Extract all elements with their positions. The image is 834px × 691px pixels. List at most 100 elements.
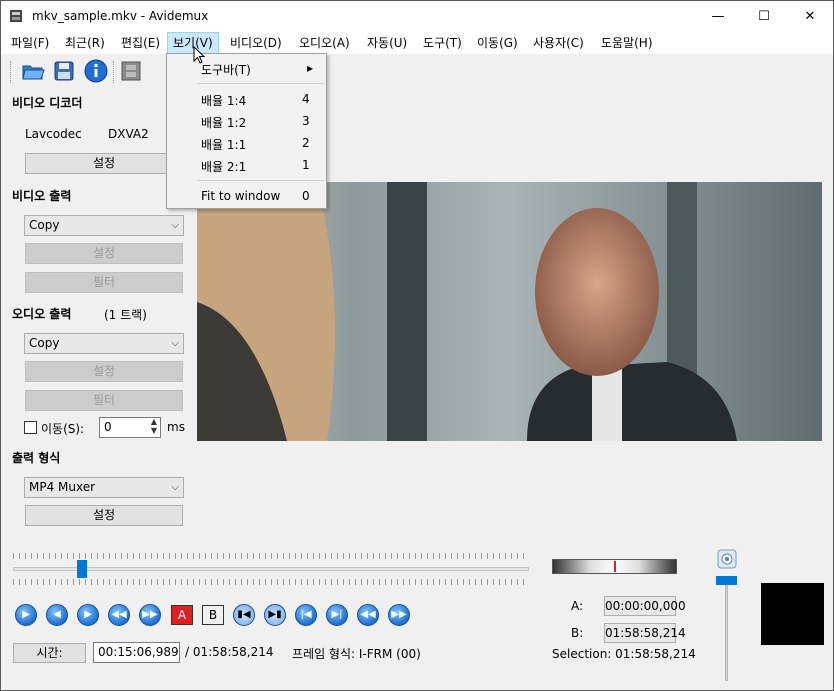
goto-marker-b-button[interactable]: ▶▮ <box>264 604 286 626</box>
menu-audio[interactable]: 오디오(A) <box>294 32 355 54</box>
marker-a-icon: ▮◀ <box>237 609 251 620</box>
menu-file[interactable]: 파일(F) <box>6 32 54 54</box>
submenu-arrow-icon: ▸ <box>307 61 314 75</box>
video-filter-button[interactable]: 필터 <box>25 272 183 293</box>
shift-input[interactable]: 0 ▲ ▼ <box>99 417 161 438</box>
volume-handle[interactable] <box>716 576 737 585</box>
arrow-right-icon: ▶ <box>84 609 92 620</box>
play-button[interactable]: ▶ <box>15 604 37 626</box>
timeline-track[interactable] <box>13 567 529 571</box>
forward-60-button[interactable]: ▶▶ <box>388 604 410 626</box>
info-icon[interactable] <box>84 59 108 83</box>
menu-item-zoom-1-4[interactable]: 배율 1:4 <box>201 92 246 109</box>
minimize-button[interactable]: — <box>695 1 741 32</box>
video-preview <box>197 182 822 441</box>
menu-divider <box>197 83 324 84</box>
skip-end-icon: ▶| <box>331 609 343 620</box>
menu-video[interactable]: 비디오(D) <box>225 32 287 54</box>
timeline-ticks-top <box>13 553 529 559</box>
menu-item-toolbar[interactable]: 도구바(T) <box>201 61 251 78</box>
previous-frame-button[interactable]: ◀ <box>46 604 68 626</box>
decoder-hw: DXVA2 <box>108 127 149 141</box>
set-marker-a-button[interactable]: A <box>171 605 193 625</box>
video-output-title: 비디오 출력 <box>12 189 72 203</box>
audio-output-select[interactable]: Copy ⌵ <box>24 333 184 354</box>
chevron-down-icon: ⌵ <box>171 220 179 231</box>
audio-filter-button[interactable]: 필터 <box>25 390 183 411</box>
current-time-input[interactable]: 00:15:06,989 <box>93 642 180 663</box>
jog-marker <box>614 561 616 572</box>
output-format-title: 출력 형식 <box>12 451 61 465</box>
film-icon[interactable] <box>119 59 143 83</box>
fast-forward-icon: ▶▶ <box>142 609 158 620</box>
next-keyframe-button[interactable]: ▶▶ <box>139 604 161 626</box>
goto-start-button[interactable]: |◀ <box>295 604 317 626</box>
toolbar-grip <box>10 61 13 83</box>
previous-keyframe-button[interactable]: ◀◀ <box>108 604 130 626</box>
minimize-icon: — <box>711 9 725 24</box>
menu-item-zoom-2-1[interactable]: 배율 2:1 <box>201 158 246 175</box>
menu-custom[interactable]: 사용자(C) <box>528 32 589 54</box>
timeline-ticks-bottom <box>13 579 529 585</box>
menu-item-zoom-1-2[interactable]: 배율 1:2 <box>201 114 246 131</box>
menu-auto[interactable]: 자동(U) <box>362 32 412 54</box>
video-frame <box>197 182 822 441</box>
save-icon[interactable] <box>52 59 76 83</box>
close-icon: ✕ <box>804 9 816 24</box>
spin-arrows-icon[interactable]: ▲ ▼ <box>151 417 157 435</box>
menu-go[interactable]: 이동(G) <box>472 32 523 54</box>
audio-meter <box>761 583 824 645</box>
next-frame-button[interactable]: ▶ <box>77 604 99 626</box>
menu-edit[interactable]: 편집(E) <box>116 32 165 54</box>
volume-track[interactable] <box>725 581 728 681</box>
goto-marker-a-button[interactable]: ▮◀ <box>233 604 255 626</box>
audio-output-value: Copy <box>29 336 60 350</box>
shift-unit: ms <box>167 420 185 434</box>
skip-start-icon: |◀ <box>300 609 312 620</box>
speaker-icon[interactable] <box>717 549 737 569</box>
maximize-icon: ☐ <box>758 9 770 24</box>
timeline-handle[interactable] <box>77 560 87 578</box>
audio-settings-button[interactable]: 설정 <box>25 361 183 382</box>
forward-60-icon: ▶▶ <box>391 609 407 620</box>
mouse-cursor-icon <box>193 46 205 64</box>
menu-item-zoom-1-1[interactable]: 배율 1:1 <box>201 136 246 153</box>
back-60-button[interactable]: ◀◀ <box>357 604 379 626</box>
video-decoder-title: 비디오 디코더 <box>12 96 83 110</box>
open-folder-icon[interactable] <box>21 59 45 83</box>
menu-shortcut: 1 <box>302 158 310 172</box>
decoder-settings-button[interactable]: 설정 <box>25 153 183 174</box>
format-settings-button[interactable]: 설정 <box>25 505 183 526</box>
set-marker-b-button[interactable]: B <box>202 605 224 625</box>
decoder-name: Lavcodec <box>25 127 82 141</box>
output-format-select[interactable]: MP4 Muxer ⌵ <box>24 477 184 498</box>
app-icon <box>10 10 22 22</box>
shift-checkbox[interactable] <box>24 421 37 434</box>
time-button[interactable]: 시간: <box>13 643 86 663</box>
menu-tools[interactable]: 도구(T) <box>418 32 467 54</box>
maximize-button[interactable]: ☐ <box>741 1 787 32</box>
selection-duration: Selection: 01:58:58,214 <box>552 647 696 661</box>
menu-item-fit-to-window[interactable]: Fit to window <box>201 189 280 203</box>
audio-output-title: 오디오 출력 <box>12 307 72 321</box>
audio-track-count: (1 트랙) <box>104 308 147 322</box>
chevron-down-icon: ⌵ <box>171 338 179 349</box>
video-settings-button[interactable]: 설정 <box>25 243 183 264</box>
menu-recent[interactable]: 최근(R) <box>60 32 110 54</box>
goto-end-button[interactable]: ▶| <box>326 604 348 626</box>
menu-divider <box>197 180 324 181</box>
close-button[interactable]: ✕ <box>787 1 833 32</box>
jog-shuttle[interactable] <box>552 559 677 574</box>
output-format-value: MP4 Muxer <box>29 480 96 494</box>
frame-type: 프레임 형식: I-FRM (00) <box>292 647 421 661</box>
marker-b-icon: ▶▮ <box>268 609 282 620</box>
toolbar-separator <box>113 61 116 83</box>
video-output-select[interactable]: Copy ⌵ <box>24 215 184 236</box>
menu-shortcut: 3 <box>302 114 310 128</box>
menu-bar: 파일(F) 최근(R) 편집(E) 보기(V) 비디오(D) 오디오(A) 자동… <box>1 32 833 54</box>
menu-help[interactable]: 도움말(H) <box>596 32 658 54</box>
marker-b-value: 01:58:58,214 <box>604 623 686 643</box>
marker-b-label: B: <box>571 626 584 640</box>
total-time: / 01:58:58,214 <box>185 645 274 659</box>
toolbar <box>1 54 833 88</box>
